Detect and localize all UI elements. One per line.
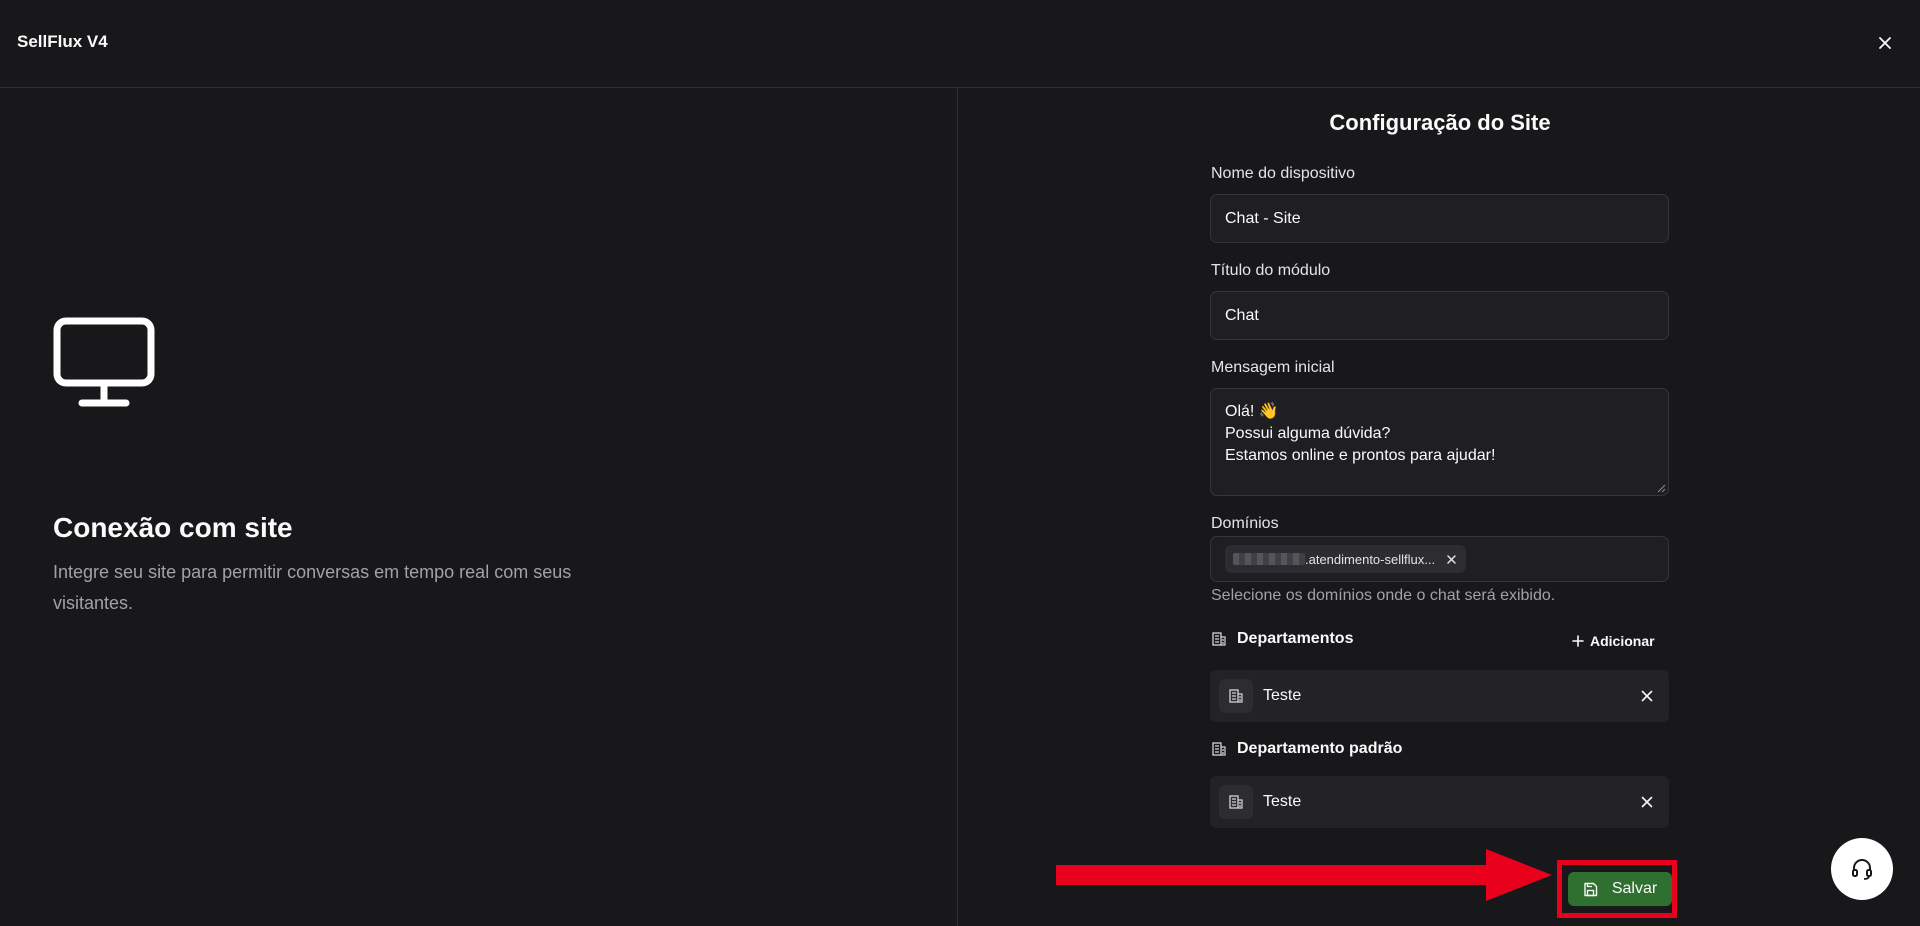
- domain-chip-label: .atendimento-sellflux...: [1305, 551, 1436, 567]
- message-line: Olá! 👋: [1225, 403, 1279, 420]
- department-item: Teste: [1210, 670, 1669, 722]
- close-button[interactable]: [1870, 30, 1900, 56]
- save-button[interactable]: Salvar: [1568, 872, 1672, 906]
- section-description: Integre seu site para permitir conversas…: [53, 562, 572, 613]
- default-department-header: Departamento padrão: [1211, 740, 1670, 758]
- device-name-label: Nome do dispositivo: [1211, 165, 1356, 182]
- departments-title: Departamentos: [1237, 630, 1354, 647]
- device-name-input[interactable]: Chat - Site: [1210, 194, 1669, 243]
- module-title-value: Chat: [1225, 306, 1259, 324]
- domains-select[interactable]: .atendimento-sellflux...: [1210, 536, 1669, 582]
- remove-default-department-button[interactable]: [1634, 789, 1660, 815]
- default-department-title: Departamento padrão: [1237, 740, 1403, 757]
- save-label: Salvar: [1611, 880, 1658, 897]
- close-icon: [1879, 37, 1891, 49]
- default-department-name: Teste: [1263, 793, 1302, 810]
- building-icon: [1211, 741, 1227, 757]
- save-highlight-box: Salvar: [1557, 860, 1677, 918]
- close-icon: [1641, 796, 1653, 808]
- support-button[interactable]: [1831, 838, 1893, 900]
- building-icon: [1219, 679, 1253, 713]
- building-icon: [1211, 631, 1227, 647]
- message-line: Estamos online e prontos para ajudar!: [1225, 447, 1496, 464]
- module-title-label: Título do módulo: [1211, 262, 1331, 279]
- initial-message-label: Mensagem inicial: [1211, 359, 1335, 376]
- close-icon: [1641, 690, 1653, 702]
- monitor-icon: [53, 317, 155, 414]
- initial-message-textarea[interactable]: Olá! 👋 Possui alguma dúvida? Estamos onl…: [1210, 388, 1669, 496]
- building-icon: [1219, 785, 1253, 819]
- headset-icon: [1852, 859, 1872, 880]
- default-department-item: Teste: [1210, 776, 1669, 828]
- plus-icon: [1572, 635, 1584, 647]
- department-name: Teste: [1263, 687, 1302, 704]
- domain-chip: .atendimento-sellflux...: [1225, 545, 1467, 573]
- add-department-button[interactable]: Adicionar: [1572, 630, 1655, 652]
- app-title: SellFlux V4: [17, 32, 108, 51]
- remove-department-button[interactable]: [1634, 683, 1660, 709]
- module-title-input[interactable]: Chat: [1210, 291, 1669, 340]
- annotation-arrow: [1056, 849, 1552, 901]
- section-title: Conexão com site: [53, 512, 293, 543]
- domains-label: Domínios: [1211, 515, 1279, 532]
- top-bar: SellFlux V4: [0, 0, 1920, 88]
- remove-domain-button[interactable]: [1447, 554, 1456, 564]
- message-line: Possui alguma dúvida?: [1225, 425, 1391, 442]
- form-title: Configuração do Site: [1329, 110, 1551, 135]
- redacted-text: [1233, 553, 1305, 565]
- domains-hint: Selecione os domínios onde o chat será e…: [1211, 587, 1556, 604]
- add-department-label: Adicionar: [1590, 633, 1655, 649]
- resize-grip-icon[interactable]: [1656, 483, 1666, 493]
- save-icon: [1584, 882, 1598, 896]
- device-name-value: Chat - Site: [1225, 209, 1301, 227]
- close-icon: [1447, 554, 1456, 564]
- left-pane: [0, 88, 958, 926]
